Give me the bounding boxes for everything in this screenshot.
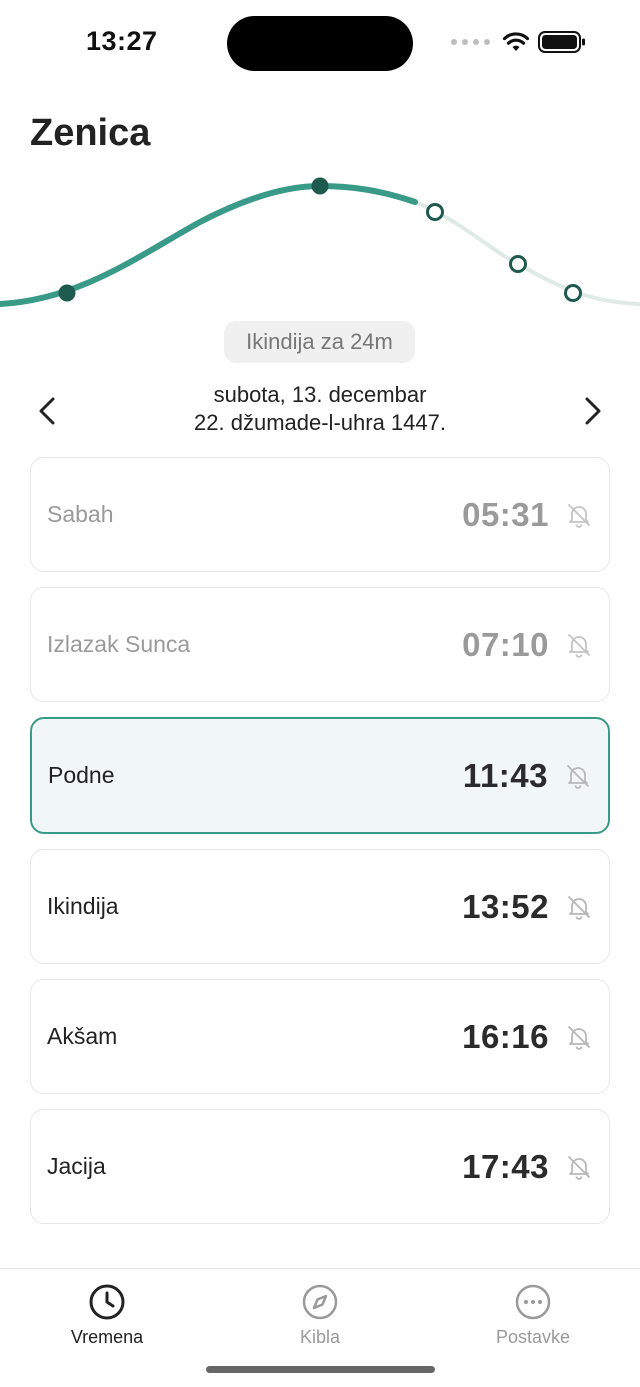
chevron-right-icon — [585, 397, 601, 425]
wifi-icon — [502, 32, 530, 51]
city-title: Zenica — [30, 112, 151, 154]
prayer-row-sabah[interactable]: Sabah 05:31 — [30, 457, 610, 572]
prayer-name: Ikindija — [47, 893, 119, 919]
status-icons — [451, 30, 586, 54]
tab-kibla[interactable]: Kibla — [250, 1283, 390, 1348]
clock-icon — [89, 1284, 125, 1320]
bell-off-icon[interactable] — [565, 501, 593, 529]
cellular-signal-icon — [451, 39, 490, 45]
prayer-name: Sabah — [47, 501, 114, 527]
prayer-time: 16:16 — [462, 1017, 549, 1055]
prayer-time: 11:43 — [462, 756, 548, 794]
prayer-row-jacija[interactable]: Jacija 17:43 — [30, 1109, 610, 1224]
prayer-row-aksam[interactable]: Akšam 16:16 — [30, 979, 610, 1094]
sun-marker-jacija — [564, 284, 582, 302]
tab-label: Kibla — [299, 1327, 341, 1347]
prayer-name: Akšam — [47, 1023, 118, 1049]
more-icon — [515, 1284, 551, 1320]
status-bar: 13:27 — [0, 0, 640, 90]
next-day-button[interactable] — [576, 391, 610, 431]
bell-off-icon[interactable] — [565, 631, 593, 659]
tab-vremena[interactable]: Vremena — [37, 1283, 177, 1348]
battery-icon — [538, 31, 585, 53]
prayer-time: 07:10 — [462, 625, 549, 663]
compass-icon — [302, 1284, 338, 1320]
sun-marker-sabah — [58, 284, 76, 302]
prayer-row-izlazak-sunca[interactable]: Izlazak Sunca 07:10 — [30, 587, 610, 702]
sun-path-curve — [0, 177, 640, 307]
gregorian-date: subota, 13. decembar — [213, 382, 427, 407]
home-indicator[interactable] — [206, 1366, 435, 1373]
tab-label: Vremena — [70, 1327, 144, 1347]
bell-off-icon[interactable] — [565, 893, 593, 921]
hijri-date: 22. džumade-l-uhra 1447. — [194, 410, 446, 435]
date-display: subota, 13. decembar 22. džumade-l-uhra … — [120, 381, 520, 437]
prayer-time: 13:52 — [462, 887, 549, 925]
status-time: 13:27 — [86, 26, 158, 56]
sun-marker-aksam — [509, 255, 527, 273]
prayer-row-ikindija[interactable]: Ikindija 13:52 — [30, 849, 610, 964]
bell-off-icon[interactable] — [565, 1153, 593, 1181]
bell-off-icon[interactable] — [565, 1023, 593, 1051]
prayer-times-list: Sabah 05:31 Izlazak Sunca 07:10 Podne 11… — [30, 457, 610, 1239]
sun-marker-podne — [311, 177, 329, 195]
sun-marker-ikindija — [426, 203, 444, 221]
dynamic-island — [227, 16, 413, 71]
prayer-time: 05:31 — [462, 495, 549, 533]
date-navigation: subota, 13. decembar 22. džumade-l-uhra … — [0, 381, 640, 441]
prayer-name: Jacija — [47, 1153, 106, 1179]
prayer-name: Izlazak Sunca — [47, 631, 191, 657]
bell-off-icon[interactable] — [564, 762, 592, 790]
sun-path-future — [0, 183, 640, 306]
prayer-row-podne[interactable]: Podne 11:43 — [30, 717, 610, 834]
next-prayer-countdown: Ikindija za 24m — [224, 321, 415, 363]
tab-postavke[interactable]: Postavke — [463, 1283, 603, 1348]
previous-day-button[interactable] — [30, 391, 64, 431]
prayer-time: 17:43 — [462, 1147, 549, 1185]
tab-label: Postavke — [495, 1327, 571, 1347]
chevron-left-icon — [39, 397, 55, 425]
prayer-name: Podne — [48, 762, 115, 788]
